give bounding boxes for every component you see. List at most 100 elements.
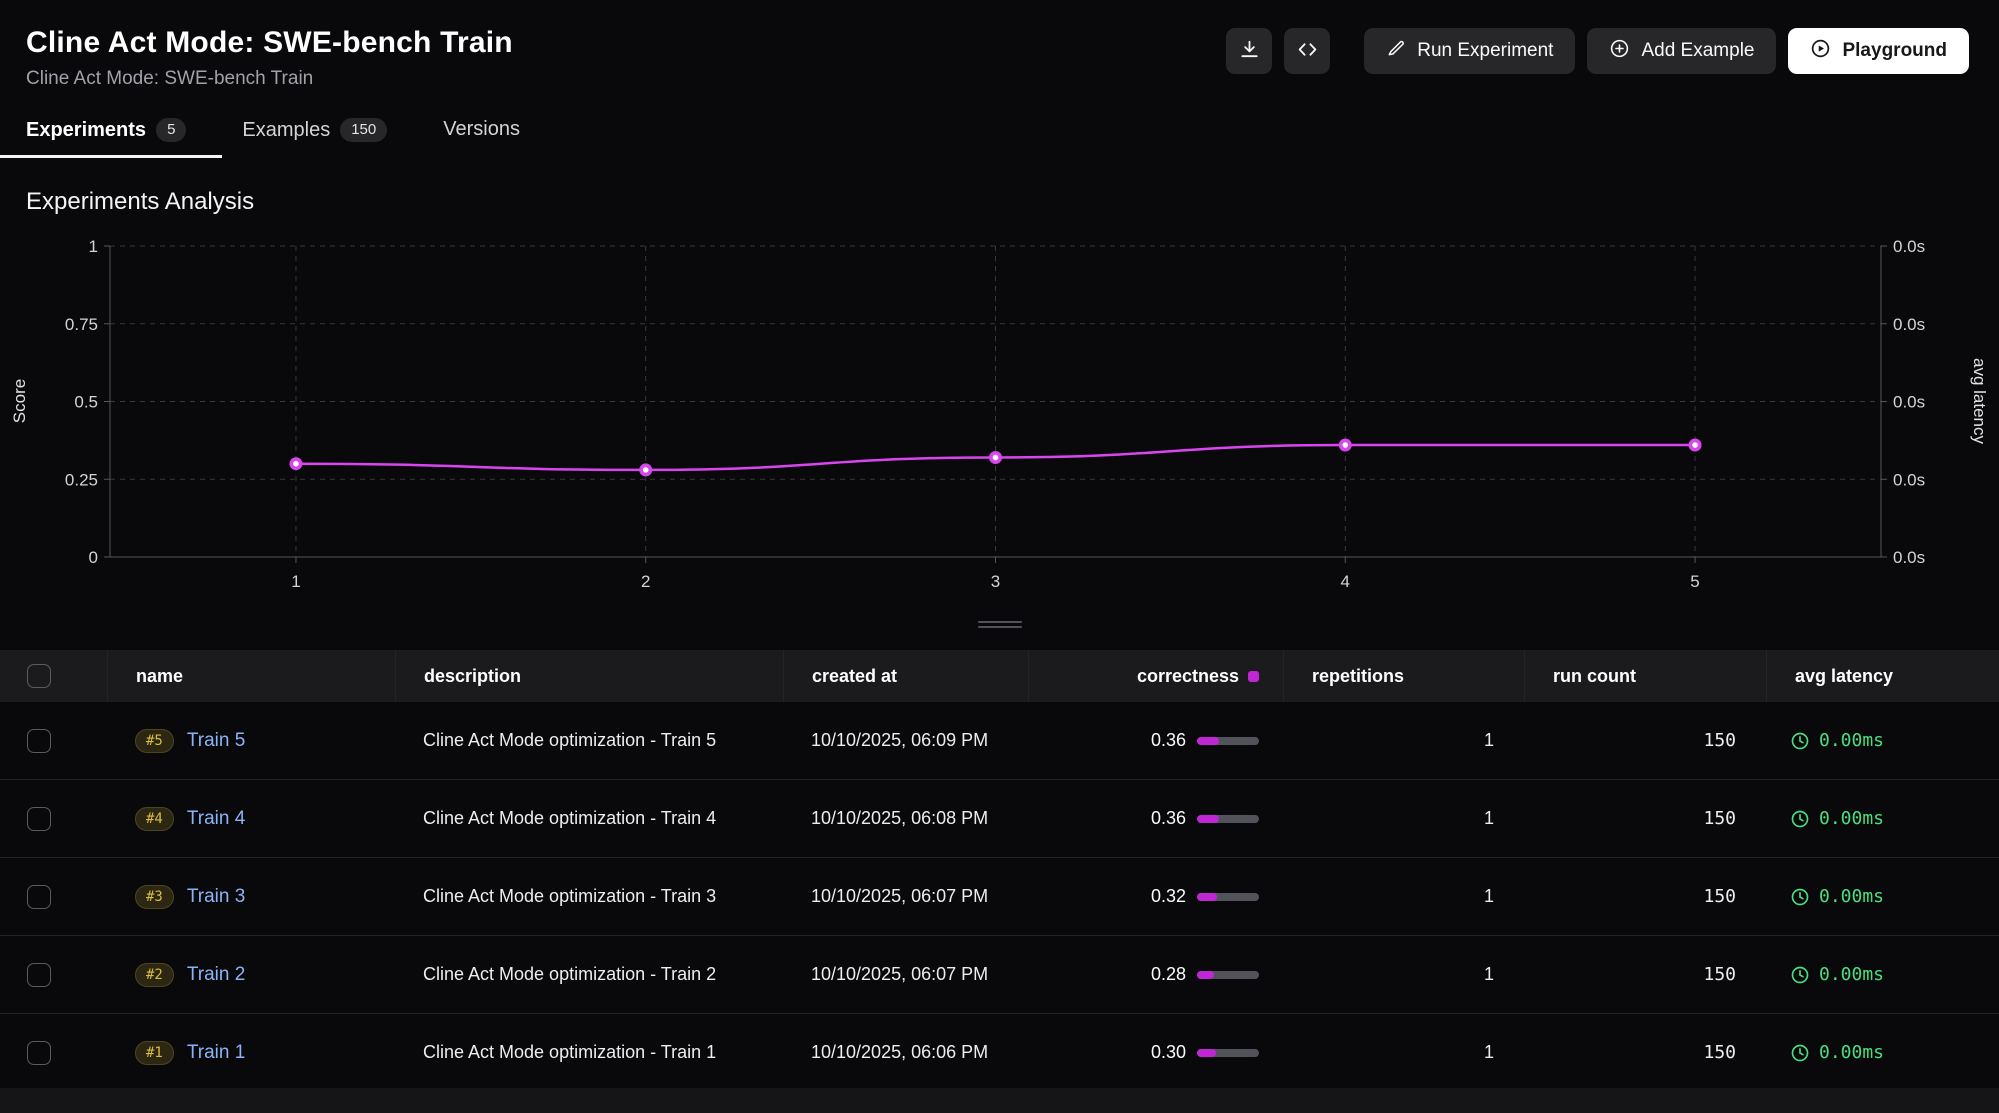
select-all-checkbox[interactable] xyxy=(27,664,51,688)
header-actions: Run Experiment Add Example Playground xyxy=(1226,28,1969,74)
row-checkbox-cell xyxy=(0,963,107,987)
row-checkbox[interactable] xyxy=(27,807,51,831)
table-row[interactable]: #1 Train 1 Cline Act Mode optimization -… xyxy=(0,1014,1999,1092)
page-header: Cline Act Mode: SWE-bench Train Cline Ac… xyxy=(0,0,1999,90)
svg-text:0.0s: 0.0s xyxy=(1893,315,1925,334)
code-icon xyxy=(1296,38,1319,64)
description-cell: Cline Act Mode optimization - Train 1 xyxy=(395,1040,783,1064)
tab-bar: Experiments 5 Examples 150 Versions xyxy=(0,114,1999,158)
run-experiment-button[interactable]: Run Experiment xyxy=(1364,28,1575,74)
tab-examples[interactable]: Examples 150 xyxy=(242,114,387,142)
table-row[interactable]: #4 Train 4 Cline Act Mode optimization -… xyxy=(0,780,1999,858)
code-button[interactable] xyxy=(1284,28,1330,74)
table-body: #5 Train 5 Cline Act Mode optimization -… xyxy=(0,702,1999,1092)
active-tab-underline xyxy=(0,155,222,158)
clock-icon xyxy=(1790,887,1810,907)
table-row[interactable]: #2 Train 2 Cline Act Mode optimization -… xyxy=(0,936,1999,1014)
row-checkbox-cell xyxy=(0,729,107,753)
plus-circle-icon xyxy=(1609,38,1630,65)
tab-examples-badge: 150 xyxy=(340,118,387,142)
resize-handle[interactable] xyxy=(978,615,1022,634)
description-cell: Cline Act Mode optimization - Train 2 xyxy=(395,962,783,986)
svg-text:0: 0 xyxy=(89,548,98,567)
repetitions-cell: 1 xyxy=(1283,808,1524,829)
line-chart-svg: 10.0s0.750.0s0.50.0s0.250.0s00.0s12345 xyxy=(0,230,1999,598)
pencil-icon xyxy=(1386,38,1406,64)
experiment-link[interactable]: Train 1 xyxy=(187,1042,245,1064)
column-header-correctness: correctness xyxy=(1028,650,1283,702)
avg-latency-cell: 0.00ms xyxy=(1766,964,1999,985)
table-row[interactable]: #3 Train 3 Cline Act Mode optimization -… xyxy=(0,858,1999,936)
latency-value: 0.00ms xyxy=(1819,1042,1884,1063)
tab-versions[interactable]: Versions xyxy=(443,114,520,141)
name-cell: #5 Train 5 xyxy=(107,729,395,753)
experiment-link[interactable]: Train 4 xyxy=(187,808,245,830)
correctness-cell: 0.32 xyxy=(1028,886,1283,907)
created-at-cell: 10/10/2025, 06:06 PM xyxy=(783,1040,1028,1064)
correctness-header-label: correctness xyxy=(1137,666,1239,687)
run-count-cell: 150 xyxy=(1524,886,1766,907)
experiment-link[interactable]: Train 3 xyxy=(187,886,245,908)
table-header-row: name description created at correctness … xyxy=(0,650,1999,702)
tab-experiments[interactable]: Experiments 5 xyxy=(26,114,186,142)
latency-value: 0.00ms xyxy=(1819,730,1884,751)
header-checkbox-cell xyxy=(0,650,107,702)
correctness-bar xyxy=(1197,1049,1259,1057)
download-icon xyxy=(1238,38,1261,64)
svg-text:0.0s: 0.0s xyxy=(1893,548,1925,567)
name-cell: #3 Train 3 xyxy=(107,885,395,909)
experiment-link[interactable]: Train 2 xyxy=(187,964,245,986)
svg-text:2: 2 xyxy=(641,572,650,591)
correctness-legend-square xyxy=(1248,671,1259,682)
clock-icon xyxy=(1790,731,1810,751)
column-header-repetitions: repetitions xyxy=(1283,650,1524,702)
rank-badge: #5 xyxy=(135,729,174,753)
playground-button[interactable]: Playground xyxy=(1788,28,1969,74)
table-row[interactable]: #5 Train 5 Cline Act Mode optimization -… xyxy=(0,702,1999,780)
latency-value: 0.00ms xyxy=(1819,886,1884,907)
download-button[interactable] xyxy=(1226,28,1272,74)
play-circle-icon xyxy=(1810,38,1831,65)
table-bottom-strip xyxy=(0,1088,1999,1113)
row-checkbox[interactable] xyxy=(27,1041,51,1065)
row-checkbox[interactable] xyxy=(27,885,51,909)
correctness-cell: 0.30 xyxy=(1028,1042,1283,1063)
correctness-value: 0.28 xyxy=(1151,964,1186,985)
correctness-bar xyxy=(1197,893,1259,901)
correctness-cell: 0.36 xyxy=(1028,808,1283,829)
tab-versions-label: Versions xyxy=(443,118,520,141)
run-count-cell: 150 xyxy=(1524,964,1766,985)
avg-latency-cell: 0.00ms xyxy=(1766,1042,1999,1063)
created-at-cell: 10/10/2025, 06:07 PM xyxy=(783,962,1028,986)
row-checkbox-cell xyxy=(0,885,107,909)
experiment-link[interactable]: Train 5 xyxy=(187,730,245,752)
experiments-table: name description created at correctness … xyxy=(0,650,1999,1092)
row-checkbox-cell xyxy=(0,807,107,831)
name-cell: #1 Train 1 xyxy=(107,1041,395,1065)
description-cell: Cline Act Mode optimization - Train 5 xyxy=(395,728,783,752)
correctness-value: 0.32 xyxy=(1151,886,1186,907)
avg-latency-cell: 0.00ms xyxy=(1766,808,1999,829)
run-count-cell: 150 xyxy=(1524,808,1766,829)
repetitions-cell: 1 xyxy=(1283,730,1524,751)
repetitions-cell: 1 xyxy=(1283,1042,1524,1063)
column-header-run-count: run count xyxy=(1524,650,1766,702)
row-checkbox[interactable] xyxy=(27,729,51,753)
rank-badge: #1 xyxy=(135,1041,174,1065)
add-example-button[interactable]: Add Example xyxy=(1587,28,1776,74)
clock-icon xyxy=(1790,809,1810,829)
y-axis-label-left: Score xyxy=(10,379,30,423)
column-header-description: description xyxy=(395,650,783,702)
rank-badge: #3 xyxy=(135,885,174,909)
created-at-cell: 10/10/2025, 06:07 PM xyxy=(783,884,1028,908)
correctness-cell: 0.28 xyxy=(1028,964,1283,985)
row-checkbox[interactable] xyxy=(27,963,51,987)
correctness-value: 0.36 xyxy=(1151,808,1186,829)
row-checkbox-cell xyxy=(0,1041,107,1065)
latency-value: 0.00ms xyxy=(1819,964,1884,985)
created-at-cell: 10/10/2025, 06:09 PM xyxy=(783,728,1028,752)
page-title: Cline Act Mode: SWE-bench Train xyxy=(26,26,513,60)
column-header-created-at: created at xyxy=(783,650,1028,702)
rank-badge: #2 xyxy=(135,963,174,987)
svg-text:3: 3 xyxy=(991,572,1000,591)
